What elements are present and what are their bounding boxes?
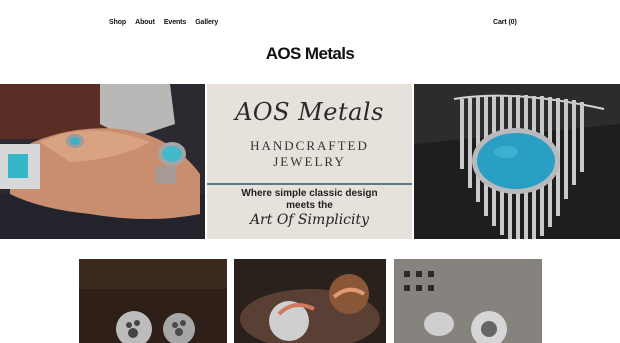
product-tile-paw-studs[interactable] [79,259,227,343]
cart-link[interactable]: Cart (0) [493,19,517,26]
brand-script-logo: AOS Metals [235,98,384,126]
tagline-line-2: meets the [286,200,333,211]
hero-image-hands-rings [0,84,205,239]
brand-handcrafted: HANDCRAFTED [250,138,369,153]
site-title: AOS Metals [265,44,355,63]
nav-shop-link[interactable]: Shop [109,19,126,26]
nav-gallery-link[interactable]: Gallery [195,19,218,26]
product-gallery-row [0,259,620,343]
product-tile-stamped-pendants[interactable] [394,259,542,343]
hero-banner: AOS Metals HANDCRAFTED JEWELRY Where sim… [0,84,620,239]
nav-about-link[interactable]: About [135,19,155,26]
tagline-line-1: Where simple classic design [241,188,378,199]
hero-brand-panel: AOS Metals HANDCRAFTED JEWELRY Where sim… [207,84,412,239]
tagline-script: Art Of Simplicity [249,212,370,228]
divider-rule [207,183,412,185]
product-tile-copper-rings[interactable] [234,259,386,343]
brand-jewelry: JEWELRY [273,154,346,169]
nav-events-link[interactable]: Events [164,19,186,26]
main-nav: Shop About Events Gallery [109,19,218,26]
hero-image-turquoise-pendant [414,84,620,239]
